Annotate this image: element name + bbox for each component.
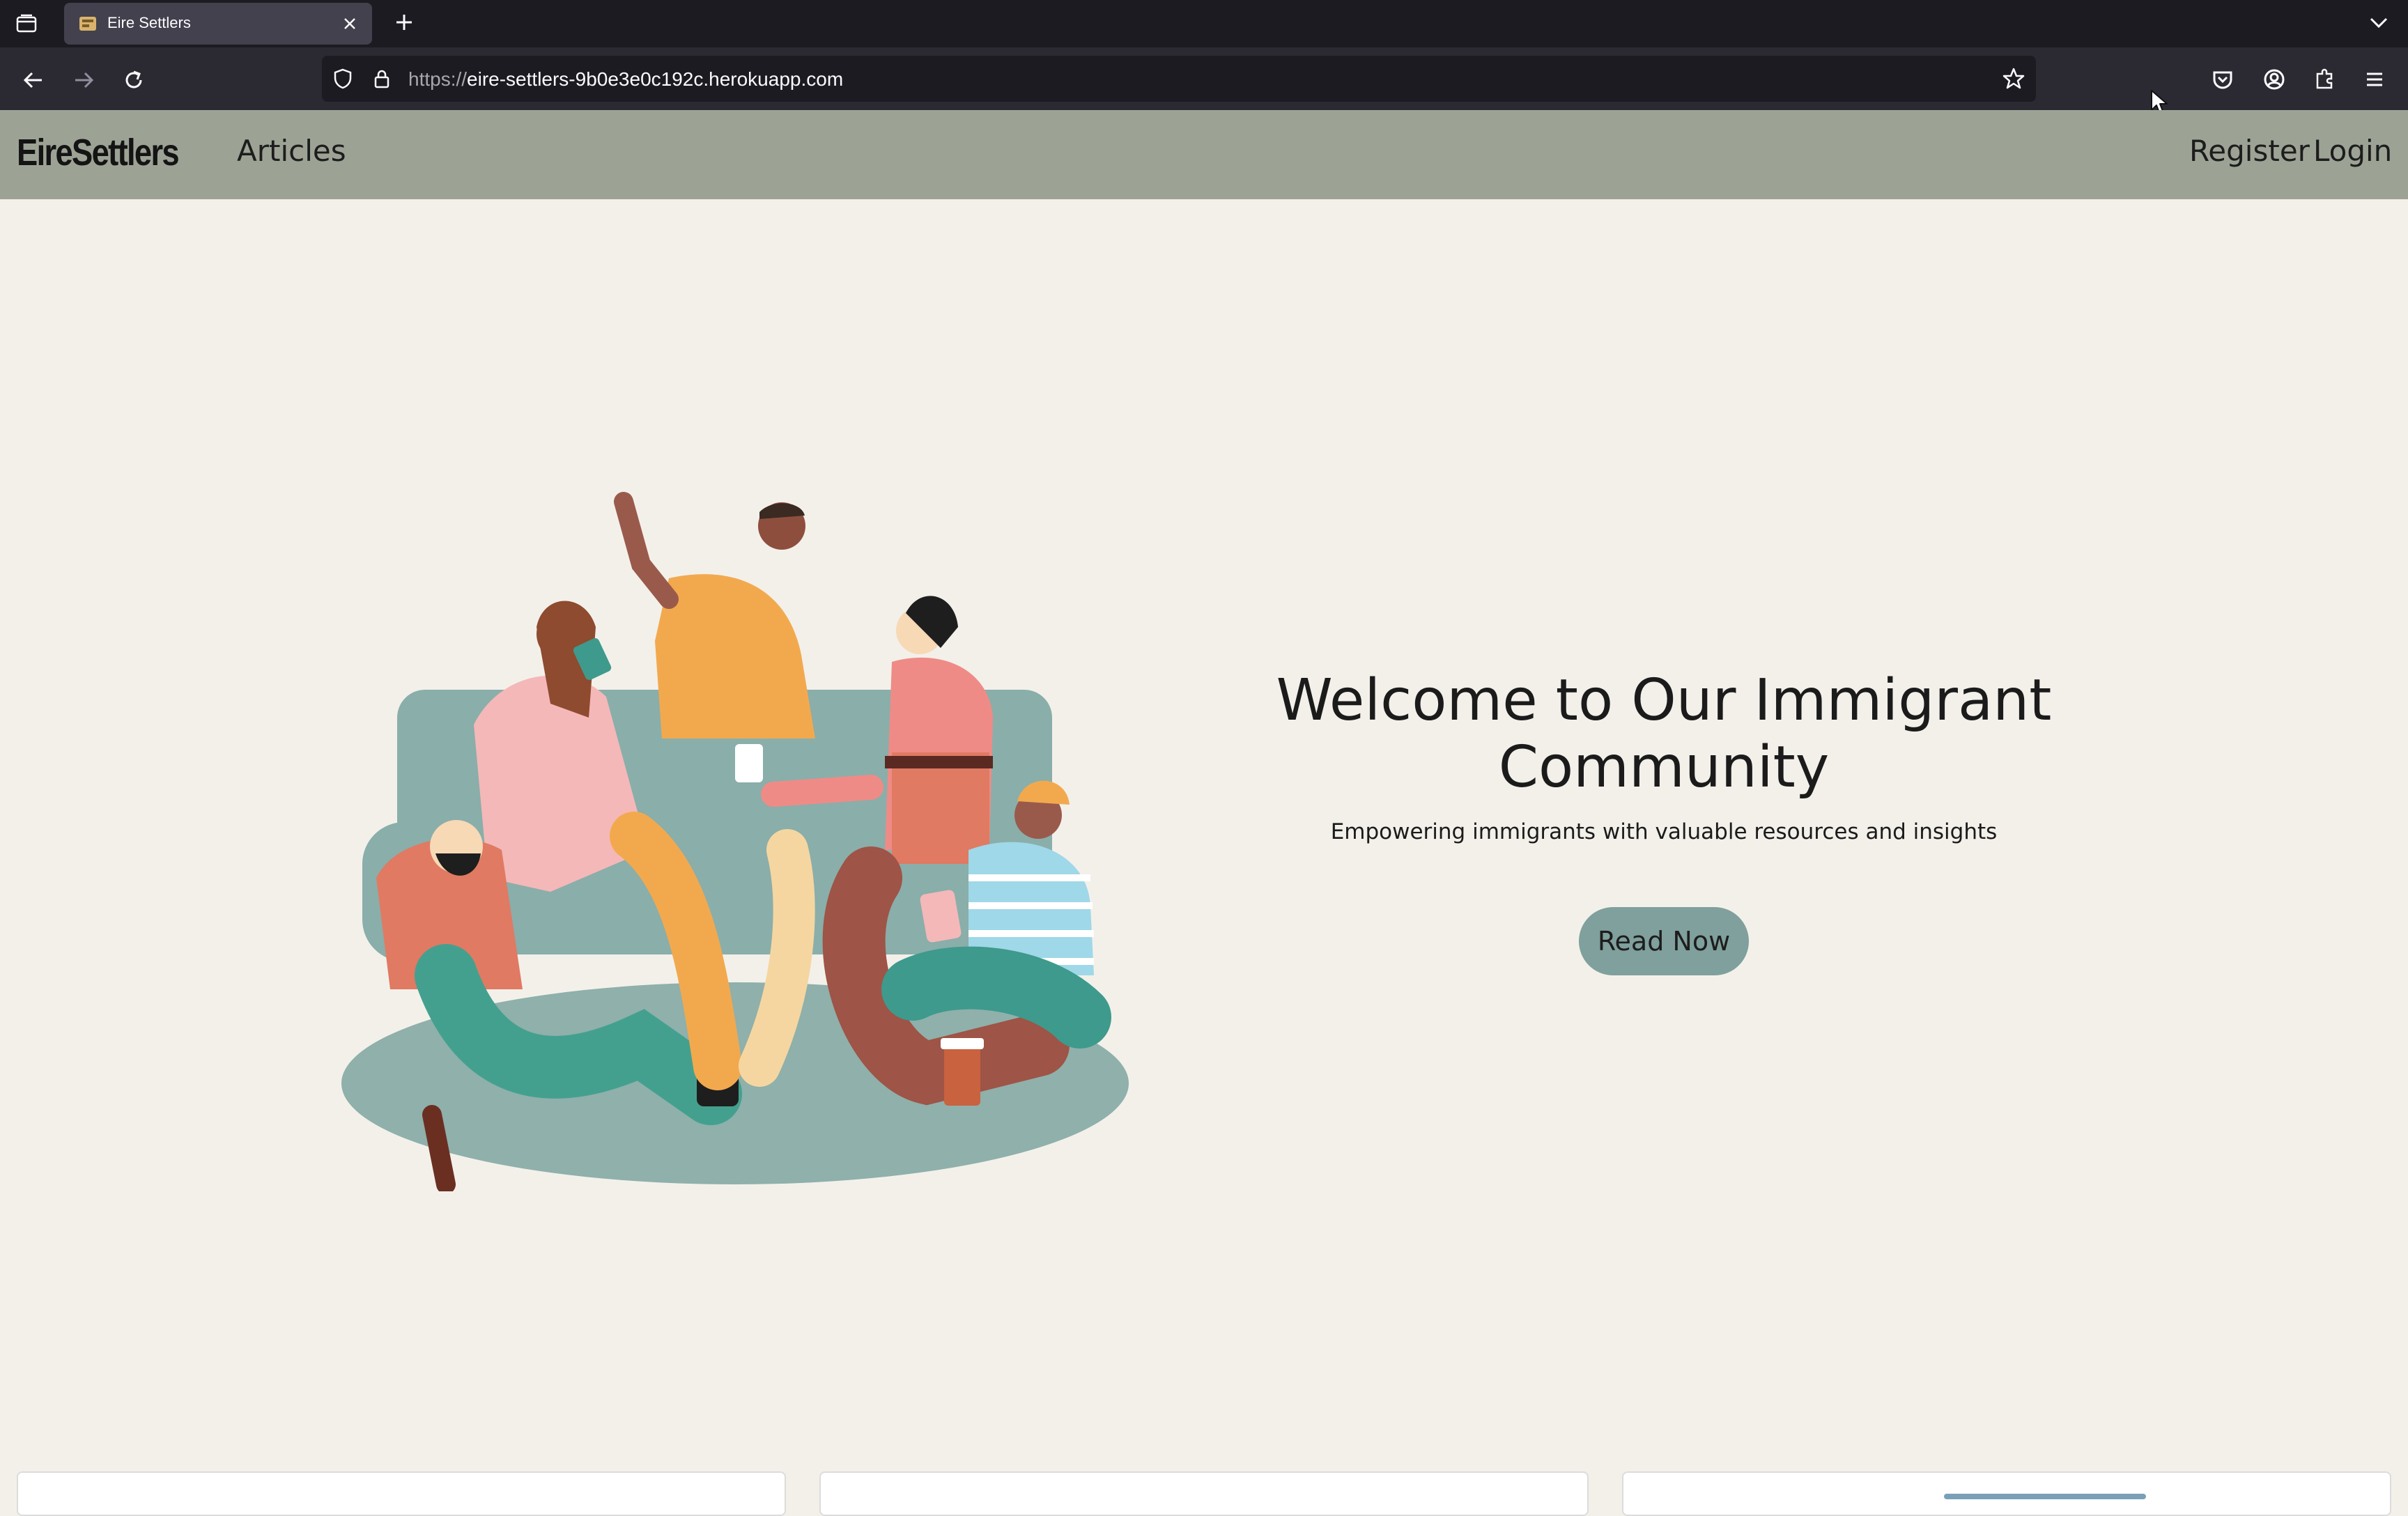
back-arrow-icon[interactable] — [18, 65, 49, 95]
url-scheme: https:// — [408, 68, 468, 90]
reload-icon[interactable] — [118, 65, 149, 95]
lock-icon[interactable] — [371, 68, 393, 90]
new-tab-icon[interactable] — [390, 8, 418, 36]
account-icon[interactable] — [2259, 64, 2290, 95]
shield-icon[interactable] — [332, 68, 354, 90]
bookmark-star-icon[interactable] — [2001, 66, 2026, 91]
browser-navigation-bar: https://eire-settlers-9b0e3e0c192c.herok… — [0, 47, 2408, 110]
nav-articles-link[interactable]: Articles — [237, 134, 346, 168]
brand-logo[interactable]: EireSettlers — [17, 131, 180, 174]
extensions-icon[interactable] — [2309, 64, 2340, 95]
firefox-view-icon[interactable] — [13, 10, 40, 38]
article-card[interactable] — [1622, 1471, 2391, 1516]
nav-register-link[interactable]: Register — [2189, 134, 2310, 168]
url-text[interactable]: https://eire-settlers-9b0e3e0c192c.herok… — [408, 68, 843, 91]
menu-hamburger-icon[interactable] — [2359, 64, 2390, 95]
url-host: eire-settlers-9b0e3e0c192c.herokuapp.com — [467, 68, 844, 90]
forward-arrow-icon[interactable] — [68, 65, 99, 95]
hero-title: Welcome to Our Immigrant Community — [1276, 667, 2052, 800]
read-now-button[interactable]: Read Now — [1579, 907, 1749, 975]
card-image-edge — [1944, 1494, 2146, 1499]
address-bar[interactable]: https://eire-settlers-9b0e3e0c192c.herok… — [322, 56, 2036, 102]
browser-tab[interactable]: Eire Settlers — [64, 3, 372, 45]
pocket-icon[interactable] — [2207, 64, 2238, 95]
site-favicon-icon — [79, 17, 96, 31]
site-header: EireSettlers Articles Register Login — [0, 110, 2408, 199]
browser-tab-bar: Eire Settlers — [0, 0, 2408, 47]
hero-subtitle: Empowering immigrants with valuable reso… — [1330, 819, 1998, 844]
nav-login-link[interactable]: Login — [2313, 134, 2392, 168]
close-tab-icon[interactable] — [337, 11, 362, 36]
tab-title: Eire Settlers — [107, 14, 191, 31]
article-card[interactable] — [819, 1471, 1589, 1516]
community-illustration — [341, 492, 1129, 1191]
article-card[interactable] — [17, 1471, 786, 1516]
chevron-down-icon[interactable] — [2365, 8, 2393, 36]
